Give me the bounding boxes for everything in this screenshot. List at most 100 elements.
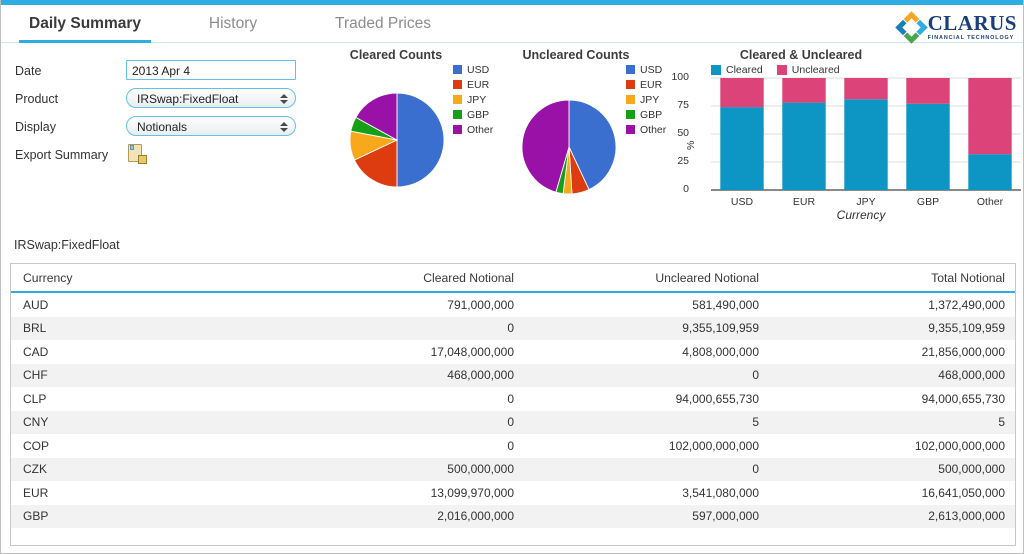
x-category-jpy: JPY — [856, 196, 876, 208]
table-row[interactable]: GBP 2,016,000,000 597,000,000 2,613,000,000 — [11, 504, 1015, 528]
tab-history[interactable]: History — [186, 5, 280, 43]
tab-history-label: History — [208, 15, 258, 32]
bar-uncleared-other — [968, 78, 1012, 155]
cell-cleared-notional: 0 — [507, 391, 514, 406]
table-header-row: Currency Cleared Notional Uncleared Noti… — [11, 264, 1015, 293]
clarus-diamond-icon — [893, 9, 928, 44]
table-row[interactable]: CZK 500,000,000 0 500,000,000 — [11, 457, 1015, 481]
form-row-display: Display Notionals — [15, 116, 315, 144]
cell-currency: CNY — [23, 415, 49, 430]
product-stepper-icon — [279, 91, 288, 107]
product-label: Product — [15, 92, 59, 106]
col-header-uncleared[interactable]: Uncleared Notional — [526, 264, 771, 293]
legend-item-gbp: GBP — [453, 107, 493, 122]
cell-currency: CAD — [23, 344, 49, 359]
cell-currency: EUR — [23, 485, 49, 500]
bar-cleared-gbp — [906, 103, 950, 190]
cell-cleared-notional: 468,000,000 — [447, 368, 514, 383]
bar-cleared-usd — [720, 107, 764, 190]
tab-daily-summary[interactable]: Daily Summary — [19, 5, 151, 43]
y-tick-0: 0 — [683, 183, 689, 195]
cleared-uncleared-title: Cleared & Uncleared — [739, 48, 863, 62]
cell-uncleared-notional: 5 — [752, 415, 759, 430]
cell-currency: CZK — [23, 462, 47, 477]
x-category-usd: USD — [730, 196, 754, 208]
table-row[interactable]: BRL 0 9,355,109,959 9,355,109,959 — [11, 316, 1015, 340]
cell-total-notional: 102,000,000,000 — [914, 438, 1005, 453]
notional-table-container: Currency Cleared Notional Uncleared Noti… — [10, 263, 1016, 546]
legend-item-jpy: JPY — [453, 92, 493, 107]
date-input[interactable]: 2013 Apr 4 — [126, 60, 296, 80]
table-row[interactable]: CHF 468,000,000 0 468,000,000 — [11, 363, 1015, 387]
cleared-counts-pie — [349, 92, 445, 188]
table-row[interactable]: AUD 791,000,000 581,490,000 1,372,490,000 — [11, 292, 1015, 317]
legend-label-gbp: GBP — [467, 108, 490, 121]
legend-item-usd: USD — [626, 62, 666, 77]
export-document-icon[interactable] — [128, 144, 147, 165]
cell-cleared-notional: 17,048,000,000 — [430, 344, 514, 359]
pie-slice-usd — [396, 92, 445, 188]
bar-x-axis-label: Currency — [836, 208, 886, 222]
product-select-value: IRSwap:FixedFloat — [137, 92, 239, 106]
legend-label-eur: EUR — [467, 78, 490, 91]
legend-label-jpy: JPY — [467, 93, 487, 106]
legend-item-eur: EUR — [453, 77, 493, 92]
app-window: Daily Summary History Traded Prices CLAR… — [0, 0, 1024, 554]
legend-swatch-eur — [453, 80, 462, 89]
legend-swatch-other — [453, 125, 462, 134]
table-row[interactable]: CAD 17,048,000,000 4,808,000,000 21,856,000… — [11, 340, 1015, 364]
logo-tagline: FINANCIAL TECHNOLOGY — [927, 34, 1015, 41]
cell-uncleared-notional: 4,808,000,000 — [682, 344, 759, 359]
export-summary-label: Export Summary — [15, 148, 109, 162]
cell-uncleared-notional: 0 — [752, 368, 759, 383]
cell-total-notional: 2,613,000,000 — [928, 509, 1005, 524]
cell-total-notional: 9,355,109,959 — [928, 321, 1005, 336]
tab-traded-prices[interactable]: Traded Prices — [321, 5, 445, 43]
x-category-gbp: GBP — [916, 196, 940, 208]
bar-cleared-other — [968, 154, 1012, 190]
legend-label-usd: USD — [467, 63, 490, 76]
tab-bar: Daily Summary History Traded Prices CLAR… — [1, 5, 1023, 44]
legend-item-other: Other — [453, 122, 493, 137]
legend-label-eur: EUR — [640, 78, 663, 91]
cell-uncleared-notional: 9,355,109,959 — [682, 321, 759, 336]
bar-cleared-eur — [782, 102, 826, 190]
cell-uncleared-notional: 0 — [752, 462, 759, 477]
cell-cleared-notional: 2,016,000,000 — [437, 509, 514, 524]
date-label: Date — [15, 64, 42, 78]
bar-uncleared-jpy — [844, 78, 888, 100]
uncleared-counts-title: Uncleared Counts — [522, 48, 630, 62]
table-row[interactable]: COP 0 102,000,000,000 102,000,000,000 — [11, 434, 1015, 458]
y-tick-75: 75 — [677, 99, 689, 111]
cell-cleared-notional: 500,000,000 — [447, 462, 514, 477]
bar-uncleared-usd — [720, 78, 764, 108]
cell-total-notional: 1,372,490,000 — [928, 297, 1005, 312]
cell-cleared-notional: 0 — [507, 438, 514, 453]
product-caption: IRSwap:FixedFloat — [14, 238, 120, 252]
col-header-currency[interactable]: Currency — [11, 264, 281, 293]
col-header-cleared[interactable]: Cleared Notional — [281, 264, 526, 293]
cleared-counts-legend: USD EUR JPY GBP Other — [453, 62, 493, 137]
y-tick-25: 25 — [677, 155, 689, 167]
display-label: Display — [15, 120, 56, 134]
col-header-total[interactable]: Total Notional — [771, 264, 1015, 293]
cell-total-notional: 94,000,655,730 — [921, 391, 1005, 406]
cell-total-notional: 21,856,000,000 — [921, 344, 1005, 359]
table-row[interactable]: CNY 0 5 5 — [11, 410, 1015, 434]
table-row[interactable]: EUR 13,099,970,000 3,541,080,000 16,641,050… — [11, 481, 1015, 505]
cell-currency: CLP — [23, 391, 47, 406]
display-select[interactable]: Notionals — [126, 116, 296, 136]
cell-uncleared-notional: 581,490,000 — [692, 297, 759, 312]
legend-item-gbp: GBP — [626, 107, 666, 122]
form-row-export: Export Summary — [15, 144, 315, 172]
legend-label-other: Other — [467, 123, 494, 136]
cell-uncleared-notional: 102,000,000,000 — [668, 438, 759, 453]
product-select[interactable]: IRSwap:FixedFloat — [126, 88, 296, 108]
cell-uncleared-notional: 597,000,000 — [692, 509, 759, 524]
cell-currency: COP — [23, 438, 50, 453]
legend-item-jpy: JPY — [626, 92, 666, 107]
legend-swatch-usd — [453, 65, 462, 74]
table-row[interactable]: CLP 0 94,000,655,730 94,000,655,730 — [11, 387, 1015, 411]
cell-total-notional: 468,000,000 — [938, 368, 1005, 383]
cell-uncleared-notional: 94,000,655,730 — [675, 391, 759, 406]
